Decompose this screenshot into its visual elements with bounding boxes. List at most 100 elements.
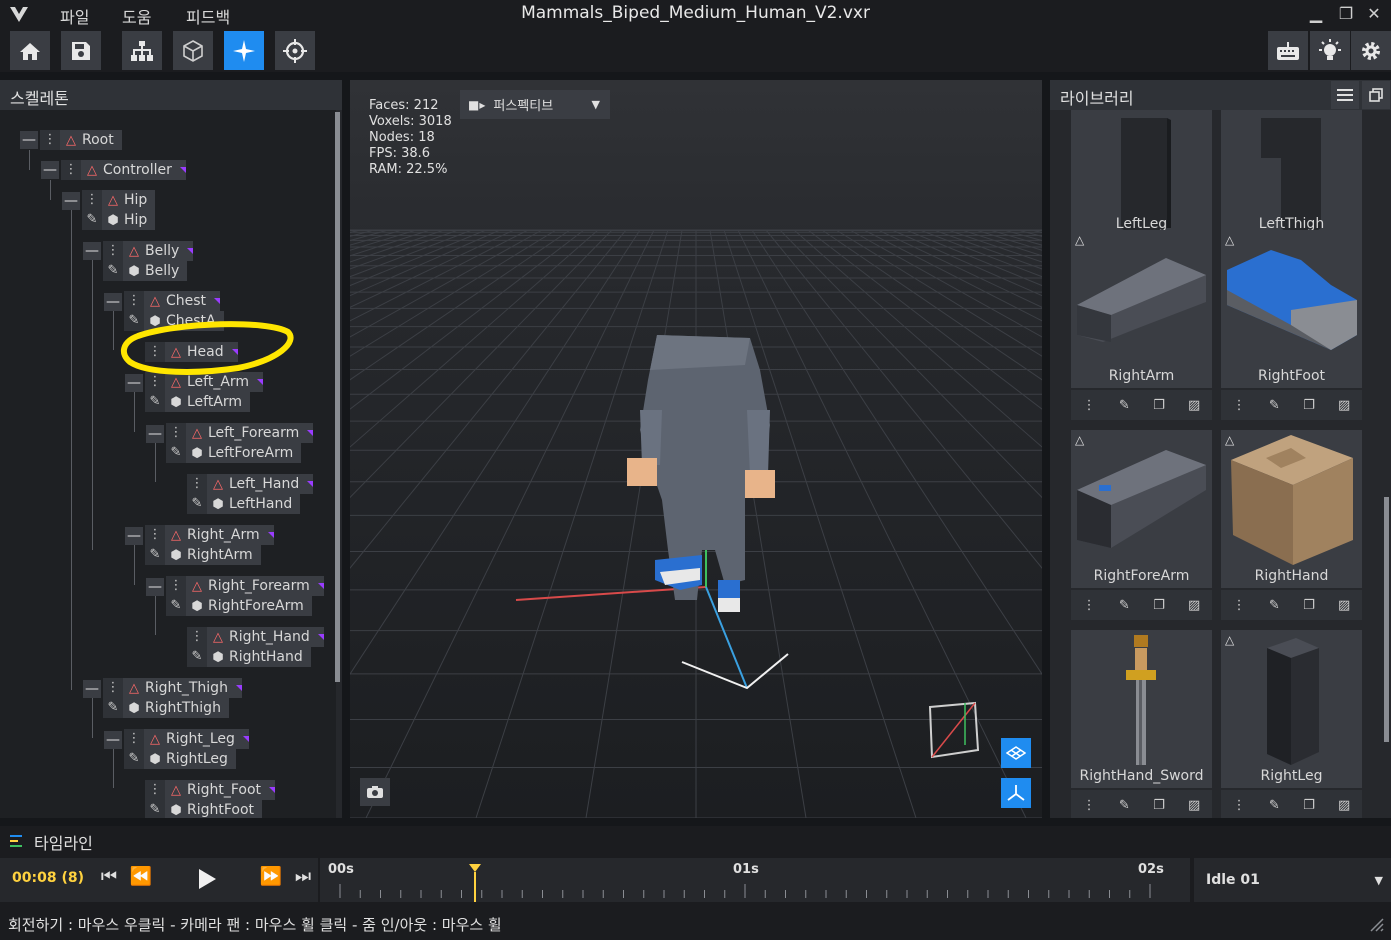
keyboard-button[interactable] [1268, 31, 1308, 70]
save-icon [72, 41, 90, 60]
pencil-icon[interactable]: ✎ [187, 494, 207, 514]
library-item[interactable]: △ RightHand ⋮ ✎ ❐ ▨ [1221, 430, 1362, 620]
grid-toggle-button[interactable] [1001, 738, 1031, 768]
axis-toggle-button[interactable] [1001, 778, 1031, 808]
play-button[interactable] [192, 864, 222, 894]
pencil-icon[interactable]: ✎ [103, 261, 123, 281]
status-bar: 회전하기 : 마우스 우클릭 - 카메라 팬 : 마우스 휠 클릭 - 줌 인/… [0, 910, 1391, 940]
collapse-toggle[interactable]: — [104, 293, 122, 311]
tree-node-right-foot[interactable]: ⋮ △ Right_Foot [145, 780, 276, 800]
title-bar: 파일 도움 피드백 Mammals_Biped_Medium_Human_V2.… [0, 0, 1391, 28]
pencil-icon[interactable]: ✎ [124, 749, 144, 769]
skip-end-button[interactable]: ⏭ [290, 866, 316, 894]
step-forward-button[interactable]: ⏩ [258, 866, 284, 894]
kebab-menu-icon[interactable]: ⋮ [187, 474, 207, 494]
save-button[interactable] [61, 31, 101, 70]
restore-icon[interactable]: ❐ [1336, 4, 1356, 24]
pencil-icon[interactable]: ✎ [82, 210, 102, 230]
tree-node-belly-voxel[interactable]: ✎ ⬢ Belly [103, 261, 188, 281]
timeline-title: 타임라인 [34, 834, 93, 853]
home-button[interactable] [10, 31, 50, 70]
kebab-menu-icon[interactable]: ⋮ [124, 729, 144, 749]
tree-node-belly[interactable]: ⋮ △ Belly [103, 241, 194, 261]
collapse-toggle[interactable]: — [83, 680, 101, 698]
collapse-toggle[interactable]: — [146, 578, 164, 596]
bone-icon: △ [192, 578, 202, 594]
tree-node-root[interactable]: ⋮ △ Root [40, 130, 122, 150]
kebab-menu-icon[interactable]: ⋮ [124, 291, 144, 311]
library-item[interactable]: △ RightArm ⋮ ✎ ❐ ▨ [1071, 230, 1212, 420]
collapse-toggle[interactable]: — [62, 192, 80, 210]
pencil-icon[interactable]: ✎ [145, 800, 165, 818]
collapse-toggle[interactable]: — [83, 242, 101, 260]
library-scrollbar[interactable] [1384, 497, 1389, 742]
voxel-cube-icon: ⬢ [128, 700, 140, 716]
popout-button[interactable] [1362, 81, 1390, 109]
kebab-menu-icon[interactable]: ⋮ [103, 241, 123, 261]
tree-node-right-forearm-voxel[interactable]: ✎ ⬢ RightForeArm [166, 596, 312, 616]
library-item[interactable]: △ RightLeg ⋮ ✎ ❐ ▨ [1221, 630, 1362, 818]
settings-button[interactable] [1351, 31, 1391, 70]
library-item[interactable]: RightHand_Sword ⋮ ✎ ❐ ▨ [1071, 630, 1212, 818]
tree-node-controller[interactable]: ⋮ △ Controller [61, 160, 186, 180]
sparkle-button[interactable] [224, 31, 264, 70]
screenshot-button[interactable] [360, 778, 390, 806]
kebab-menu-icon[interactable]: ⋮ [82, 190, 102, 210]
animation-select[interactable]: Idle 01 ▼ [1194, 858, 1391, 902]
tree-scrollbar[interactable] [335, 112, 340, 682]
current-time: 00:08 (8) [12, 870, 84, 886]
kebab-menu-icon[interactable]: ⋮ [40, 130, 60, 150]
close-icon[interactable]: ✕ [1364, 4, 1384, 24]
tree-node-right-hand[interactable]: ⋮ △ Right_Hand [187, 627, 324, 647]
pencil-icon[interactable]: ✎ [166, 443, 186, 463]
skip-start-button[interactable]: ⏮ [96, 866, 122, 894]
kebab-menu-icon[interactable]: ⋮ [166, 423, 186, 443]
tree-node-left-forearm[interactable]: ⋮ △ Left_Forearm [166, 423, 314, 443]
pencil-icon[interactable]: ✎ [187, 647, 207, 667]
resize-grip-icon[interactable] [1368, 916, 1384, 932]
tree-node-right-foot-voxel[interactable]: ✎ ⬢ RightFoot [145, 800, 263, 818]
library-item[interactable]: △ RightForeArm ⋮ ✎ ❐ ▨ [1071, 430, 1212, 620]
tree-node-right-thigh-voxel[interactable]: ✎ ⬢ RightThigh [103, 698, 229, 718]
pencil-icon[interactable]: ✎ [145, 392, 165, 412]
hierarchy-button[interactable] [122, 31, 162, 70]
step-back-button[interactable]: ⏪ [128, 866, 154, 894]
tree-node-hip[interactable]: ⋮ △ Hip [82, 190, 156, 210]
tree-node-right-arm-voxel[interactable]: ✎ ⬢ RightArm [145, 545, 261, 565]
list-view-button[interactable] [1331, 81, 1359, 109]
tree-node-right-thigh[interactable]: ⋮ △ Right_Thigh [103, 678, 242, 698]
tree-node-right-leg[interactable]: ⋮ △ Right_Leg [124, 729, 249, 749]
kebab-menu-icon[interactable]: ⋮ [103, 678, 123, 698]
tree-node-left-hand[interactable]: ⋮ △ Left_Hand [187, 474, 314, 494]
pencil-icon[interactable]: ✎ [166, 596, 186, 616]
kebab-menu-icon[interactable]: ⋮ [145, 780, 165, 800]
tree-node-hip-voxel[interactable]: ✎ ⬢ Hip [82, 210, 156, 230]
collapse-toggle[interactable]: — [41, 161, 59, 179]
tree-node-right-hand-voxel[interactable]: ✎ ⬢ RightHand [187, 647, 311, 667]
collapse-toggle[interactable]: — [125, 527, 143, 545]
collapse-toggle[interactable]: — [104, 731, 122, 749]
tree-node-chest[interactable]: ⋮ △ Chest [124, 291, 221, 311]
tree-node-right-forearm[interactable]: ⋮ △ Right_Forearm [166, 576, 324, 596]
pencil-icon[interactable]: ✎ [103, 698, 123, 718]
collapse-toggle[interactable]: — [146, 425, 164, 443]
crosshair-button[interactable] [275, 31, 315, 70]
minimize-icon[interactable]: ▁ [1306, 4, 1326, 24]
kebab-menu-icon[interactable]: ⋮ [61, 160, 81, 180]
voxel-cube-icon: ⬢ [191, 598, 203, 614]
3d-viewport[interactable] [350, 80, 1042, 818]
tree-node-left-hand-voxel[interactable]: ✎ ⬢ LeftHand [187, 494, 301, 514]
tree-node-right-arm[interactable]: ⋮ △ Right_Arm [145, 525, 274, 545]
tree-node-left-forearm-voxel[interactable]: ✎ ⬢ LeftForeArm [166, 443, 302, 463]
tree-node-left-arm-voxel[interactable]: ✎ ⬢ LeftArm [145, 392, 251, 412]
tree-node-right-leg-voxel[interactable]: ✎ ⬢ RightLeg [124, 749, 236, 769]
collapse-toggle[interactable]: — [20, 131, 38, 149]
kebab-menu-icon[interactable]: ⋮ [166, 576, 186, 596]
pencil-icon[interactable]: ✎ [145, 545, 165, 565]
lightbulb-button[interactable] [1310, 31, 1350, 70]
camera-mode-dropdown[interactable]: ■▸ 퍼스펙티브 ▼ [460, 90, 610, 119]
kebab-menu-icon[interactable]: ⋮ [187, 627, 207, 647]
kebab-menu-icon[interactable]: ⋮ [145, 525, 165, 545]
cube-button[interactable] [173, 31, 213, 70]
library-item[interactable]: △ RightFoot ⋮ ✎ ❐ ▨ [1221, 230, 1362, 420]
